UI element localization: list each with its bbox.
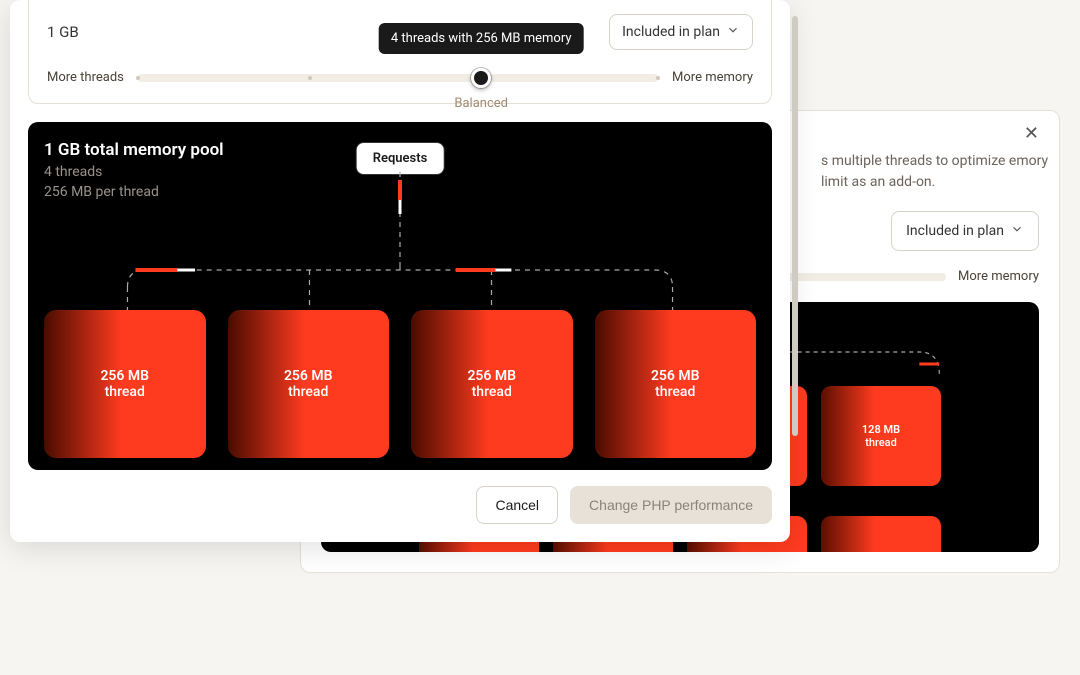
background-description: s multiple threads to optimize emory lim… <box>821 151 1071 193</box>
close-icon[interactable]: ✕ <box>1024 123 1039 144</box>
viz-per-thread: 256 MB per thread <box>44 184 756 200</box>
modal-footer: Cancel Change PHP performance <box>10 470 790 542</box>
plan-select[interactable]: Included in plan <box>609 14 753 50</box>
thread-memory-slider[interactable]: 4 threads with 256 MB memory Balanced <box>138 74 658 82</box>
plan-select[interactable]: Included in plan <box>891 211 1039 251</box>
thread-memory-slider-row: More threads 4 threads with 256 MB memor… <box>47 70 753 85</box>
bg-thread-box <box>821 516 941 552</box>
thread-box: 256 MBthread <box>44 310 206 458</box>
slider-balanced-label: Balanced <box>454 96 508 111</box>
chevron-down-icon <box>1010 222 1024 240</box>
thread-box: 256 MBthread <box>411 310 573 458</box>
memory-value: 1 GB <box>47 23 79 41</box>
thread-visualization: 1 GB total memory pool 4 threads 256 MB … <box>28 122 772 470</box>
bg-thread-box: 128 MBthread <box>821 386 941 486</box>
slider-right-label: More memory <box>672 70 753 85</box>
plan-select-label: Included in plan <box>622 24 720 40</box>
bg-slider-right-label: More memory <box>958 269 1039 284</box>
plan-select-label: Included in plan <box>906 223 1004 239</box>
memory-config-box: 1 GB Included in plan More threads <box>28 0 772 104</box>
change-php-performance-button[interactable]: Change PHP performance <box>570 486 772 524</box>
slider-thumb[interactable] <box>471 68 491 88</box>
php-performance-modal: 1 GB Included in plan More threads <box>10 0 790 542</box>
modal-scrollbar[interactable] <box>792 16 798 436</box>
slider-tooltip: 4 threads with 256 MB memory <box>379 23 584 54</box>
cancel-button[interactable]: Cancel <box>476 486 558 524</box>
thread-box: 256 MBthread <box>228 310 390 458</box>
slider-left-label: More threads <box>47 70 124 85</box>
thread-box: 256 MBthread <box>595 310 757 458</box>
requests-pill: Requests <box>356 142 445 175</box>
chevron-down-icon <box>726 23 740 41</box>
